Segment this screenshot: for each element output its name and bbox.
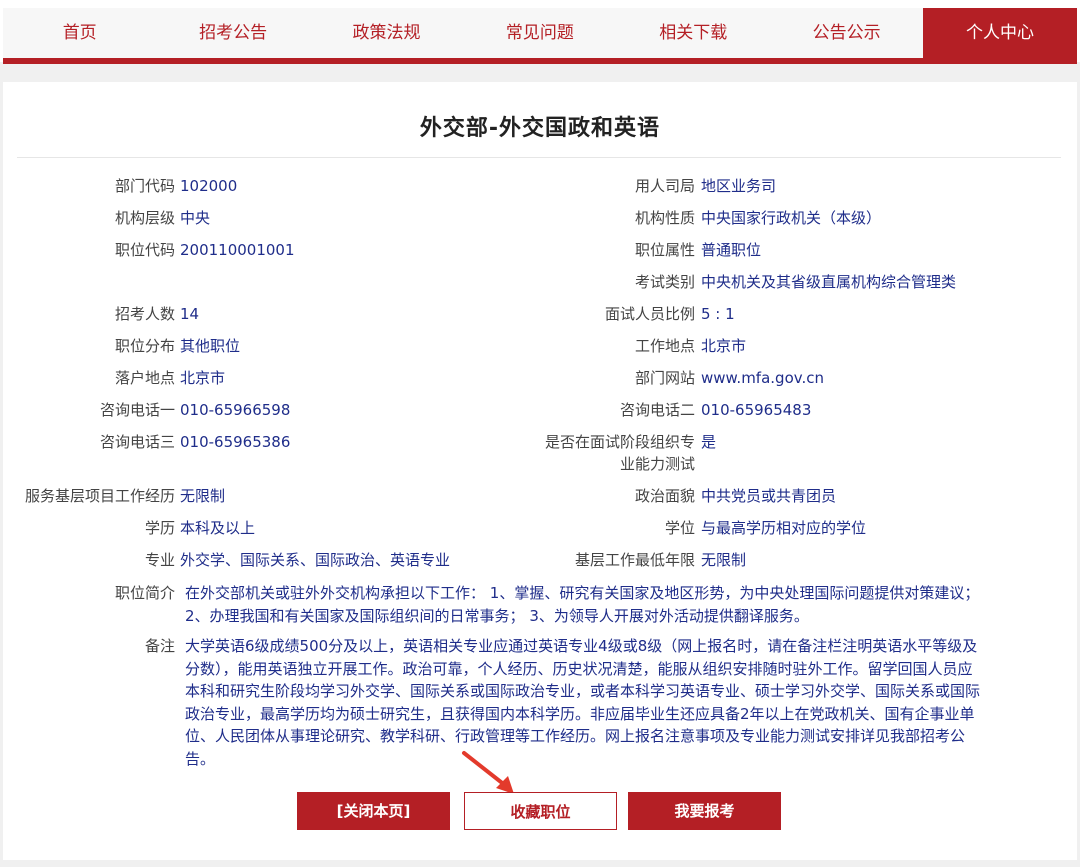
nav-item-personal-center[interactable]: 个人中心	[923, 8, 1077, 58]
edu-label: 学历	[144, 519, 175, 537]
nav-menu: 首页 招考公告 政策法规 常见问题 相关下载 公告公示 个人中心	[3, 8, 1077, 58]
years-value: 无限制	[701, 551, 747, 569]
dept-code-label: 部门代码	[114, 177, 175, 195]
skilltest-label-line1: 是否在面试阶段组织专	[544, 433, 695, 451]
years-label: 基层工作最低年限	[574, 551, 695, 569]
remark-line: 大学英语6级成绩500分及以上，英语相关专业应通过英语专业4级或8级（网上报名时…	[185, 637, 978, 655]
tel1-value: 010-65966598	[180, 401, 291, 419]
position-detail-panel: 外交部-外交国政和英语 部门代码 102000 用人司局 地区业务司 机构层级 …	[3, 82, 1077, 860]
nav-item-faq[interactable]: 常见问题	[463, 8, 616, 58]
count-label: 招考人数	[114, 305, 175, 323]
pos-attr-value: 普通职位	[701, 241, 762, 259]
remark-line: 分数），能用英语独立开展工作。政治可靠，个人经历、历史状况清楚，能服从组织安排随…	[185, 659, 973, 678]
pos-code-label: 职位代码	[114, 241, 175, 259]
nav-item-home[interactable]: 首页	[3, 8, 156, 58]
apply-button[interactable]: 我要报考	[628, 792, 781, 830]
website-label: 部门网站	[634, 369, 695, 387]
ratio-value: 5 : 1	[701, 305, 735, 323]
grassroots-label: 服务基层项目工作经历	[24, 487, 175, 505]
tel2-value: 010-65965483	[701, 401, 812, 419]
politics-value: 中共党员或共青团员	[701, 487, 837, 505]
intro-section: 职位简介 在外交部机关或驻外外交机构承担以下工作： 1、掌握、研究有关国家及地区…	[3, 582, 1077, 628]
remark-line: 本科和研究生阶段均学习外交学、国际关系或国际政治专业，或者本科学习英语专业、硕士…	[185, 682, 981, 700]
website-link[interactable]: www.mfa.gov.cn	[701, 367, 1071, 389]
tel3-label: 咨询电话三	[99, 433, 175, 451]
remark-line: 政治专业，最高学历均为硕士研究生，且获得国内本科学历。非应届毕业生还应具备2年以…	[185, 704, 975, 723]
skilltest-label-line2: 业能力测试	[619, 455, 695, 473]
skilltest-value: 是	[701, 433, 717, 451]
tel3-value: 010-65965386	[180, 433, 291, 451]
degree-label: 学位	[664, 519, 695, 537]
level-label: 机构层级	[114, 209, 175, 227]
field-row: 咨询电话三 010-65965386 是否在面试阶段组织专 业能力测试 是	[3, 431, 1077, 477]
degree-value: 与最高学历相对应的学位	[701, 519, 867, 537]
nature-value: 中央国家行政机关（本级）	[701, 209, 882, 227]
exam-type-label: 考试类别	[634, 273, 695, 291]
intro-text: 在外交部机关或驻外外交机构承担以下工作： 1、掌握、研究有关国家及地区形势，为中…	[185, 582, 1065, 627]
remark-line: 告。	[185, 749, 216, 768]
top-nav: 首页 招考公告 政策法规 常见问题 相关下载 公告公示 个人中心	[0, 0, 1080, 64]
count-value: 14	[180, 305, 200, 323]
nav-item-downloads[interactable]: 相关下载	[617, 8, 770, 58]
hukou-value: 北京市	[180, 369, 226, 387]
nav-item-notices[interactable]: 公告公示	[770, 8, 923, 58]
hukou-label: 落户地点	[114, 369, 175, 387]
dept-code-value: 102000	[180, 177, 238, 195]
remark-line: 位、人民团体从事理论研究、教学科研、行政管理等工作经历。网上报名注意事项及专业能…	[185, 727, 966, 745]
remark-text: 大学英语6级成绩500分及以上，英语相关专业应通过英语专业4级或8级（网上报名时…	[185, 635, 1065, 770]
intro-label: 职位简介	[114, 584, 175, 602]
bureau-value: 地区业务司	[701, 177, 777, 195]
workplace-value: 北京市	[701, 337, 747, 355]
pos-code-value: 200110001001	[180, 241, 295, 259]
workplace-label: 工作地点	[634, 337, 695, 355]
level-value: 中央	[180, 209, 211, 227]
bureau-label: 用人司局	[634, 177, 695, 195]
pos-attr-label: 职位属性	[634, 241, 695, 259]
intro-line: 在外交部机关或驻外外交机构承担以下工作： 1、掌握、研究有关国家及地区形势，为中…	[185, 584, 980, 602]
page-title: 外交部-外交国政和英语	[419, 116, 661, 141]
politics-label: 政治面貌	[634, 487, 695, 505]
pointer-arrow-icon	[462, 751, 514, 794]
remark-label: 备注	[144, 637, 175, 655]
nav-item-announcements[interactable]: 招考公告	[156, 8, 309, 58]
nature-label: 机构性质	[634, 209, 695, 227]
grassroots-value: 无限制	[180, 487, 226, 505]
dist-label: 职位分布	[114, 337, 175, 355]
title-divider	[17, 157, 1061, 158]
tel1-label: 咨询电话一	[99, 401, 175, 419]
tel2-label: 咨询电话二	[619, 401, 695, 419]
nav-item-policy[interactable]: 政策法规	[310, 8, 463, 58]
intro-line: 2、办理我国和有关国家及国际组织间的日常事务； 3、为领导人开展对外活动提供翻译…	[185, 606, 809, 625]
dist-value: 其他职位	[180, 337, 241, 355]
edu-value: 本科及以上	[180, 519, 256, 537]
ratio-label: 面试人员比例	[604, 305, 695, 323]
close-page-button[interactable]: [关闭本页]	[297, 792, 450, 830]
favorite-position-button[interactable]: 收藏职位	[464, 792, 617, 830]
remark-section: 备注 大学英语6级成绩500分及以上，英语相关专业应通过英语专业4级或8级（网上…	[3, 635, 1077, 775]
major-label: 专业	[144, 551, 175, 569]
nav-underline	[3, 58, 1077, 64]
exam-type-value: 中央机关及其省级直属机构综合管理类	[701, 273, 957, 291]
